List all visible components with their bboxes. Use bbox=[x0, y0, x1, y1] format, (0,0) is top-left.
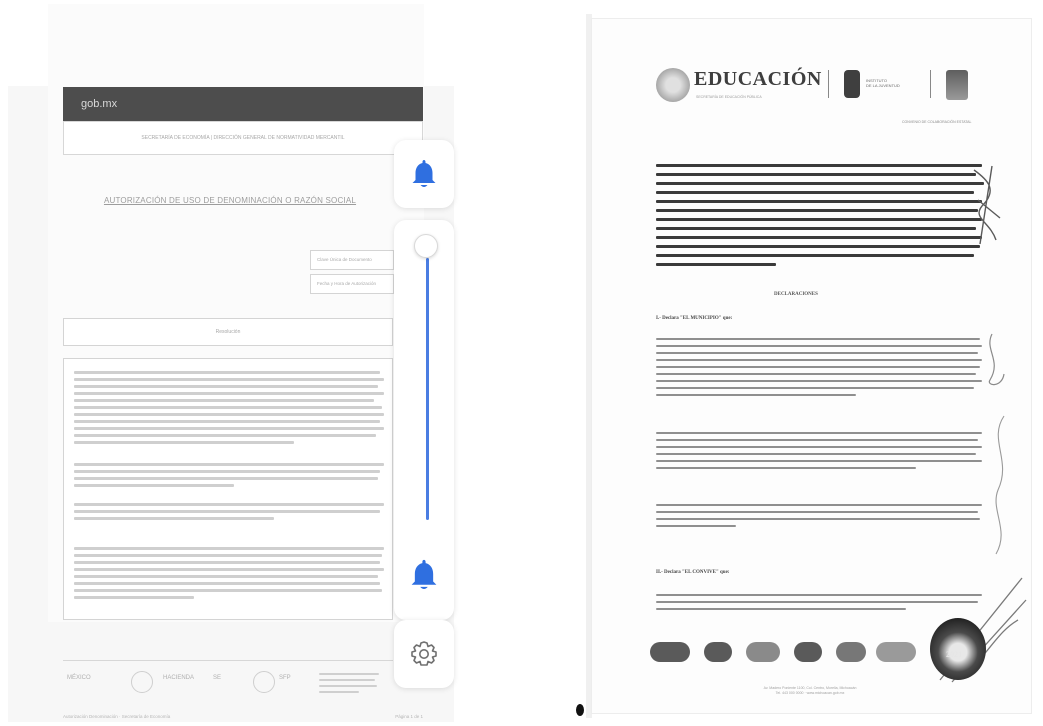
settings-button[interactable] bbox=[394, 620, 454, 688]
left-document-bottom-meta: Autorización Denominación · Secretaría d… bbox=[63, 714, 423, 722]
partner-logo-4 bbox=[794, 642, 822, 662]
partner-logo-3 bbox=[746, 642, 780, 662]
emblem-year: 2021 bbox=[946, 650, 962, 659]
left-doc-date-box: Fecha y Hora de Autorización bbox=[310, 274, 394, 294]
gear-icon bbox=[411, 641, 437, 666]
left-resolution-label: Resolución bbox=[63, 318, 393, 346]
footer-seal-icon-2 bbox=[253, 671, 275, 693]
right-document-footer: Av. Madero Poniente 1100, Col. Centro, M… bbox=[690, 686, 930, 696]
partner-logo-1 bbox=[650, 642, 690, 662]
partner-logo-2 bbox=[704, 642, 732, 662]
bell-icon bbox=[412, 160, 436, 187]
footer-seal-icon bbox=[131, 671, 153, 693]
partner-logos-row bbox=[650, 636, 940, 670]
signature-mark-2 bbox=[988, 333, 1005, 386]
educacion-logo-title: EDUCACIÓN bbox=[694, 68, 822, 90]
juventud-logo-icon bbox=[844, 70, 860, 98]
left-doc-id-box: Clave Única de Documento bbox=[310, 250, 394, 270]
state-coat-of-arms-icon bbox=[946, 70, 968, 100]
educacion-logo-subtitle: SECRETARÍA DE EDUCACIÓN PÚBLICA bbox=[696, 95, 762, 99]
section-2-heading: II.- Declara "EL CONVIVE" que: bbox=[656, 570, 730, 575]
bottom-meta-page: Página 1 de 1 bbox=[395, 714, 423, 719]
zoom-slider-track[interactable] bbox=[426, 258, 429, 520]
bell-icon bbox=[411, 559, 437, 585]
left-document-header-bar: gob.mx bbox=[63, 87, 423, 121]
left-header-brand: gob.mx bbox=[81, 98, 118, 110]
notification-button-top[interactable] bbox=[394, 140, 454, 208]
logo-separator-2 bbox=[930, 70, 931, 98]
partner-logo-6 bbox=[876, 642, 916, 662]
footer-logo-hacienda: HACIENDA bbox=[163, 675, 195, 681]
signature-mark-1 bbox=[973, 165, 1001, 245]
juventud-logo-text: INSTITUTO DE LA JUVENTUD bbox=[866, 78, 900, 88]
right-document-reference: CONVENIO DE COLABORACIÓN ESTATAL bbox=[902, 120, 972, 124]
right-footer-line-2: Tel. 443 000 0000 · www.michoacan.gob.mx bbox=[775, 691, 845, 695]
official-emblem-seal bbox=[930, 618, 986, 680]
logo-separator bbox=[828, 70, 829, 98]
juventud-logo-line-2: DE LA JUVENTUD bbox=[866, 83, 900, 88]
section-1-heading: I.- Declara "EL MUNICIPIO" que: bbox=[656, 316, 733, 321]
bottom-meta-left: Autorización Denominación · Secretaría d… bbox=[63, 714, 171, 719]
signature-mark-3 bbox=[995, 415, 1005, 555]
partner-logo-5 bbox=[836, 642, 866, 662]
footer-logo-se: SE bbox=[213, 675, 222, 681]
ink-dot-mark bbox=[576, 704, 584, 716]
footer-logo-sfp: SFP bbox=[279, 675, 291, 681]
notification-button-bottom[interactable] bbox=[410, 557, 438, 593]
footer-logo-mexico: MÉXICO bbox=[67, 675, 91, 681]
sep-seal-logo bbox=[656, 68, 690, 102]
left-resolution-text-box bbox=[63, 358, 393, 620]
left-document-title: AUTORIZACIÓN DE USO DE DENOMINACIÓN O RA… bbox=[103, 196, 357, 205]
left-document-subheader: SECRETARÍA DE ECONOMÍA | DIRECCIÓN GENER… bbox=[63, 121, 423, 155]
declaraciones-heading: DECLARACIONES bbox=[774, 292, 818, 297]
zoom-slider-handle[interactable] bbox=[414, 234, 438, 258]
left-document-footer: MÉXICO HACIENDA SE SFP bbox=[63, 660, 393, 705]
